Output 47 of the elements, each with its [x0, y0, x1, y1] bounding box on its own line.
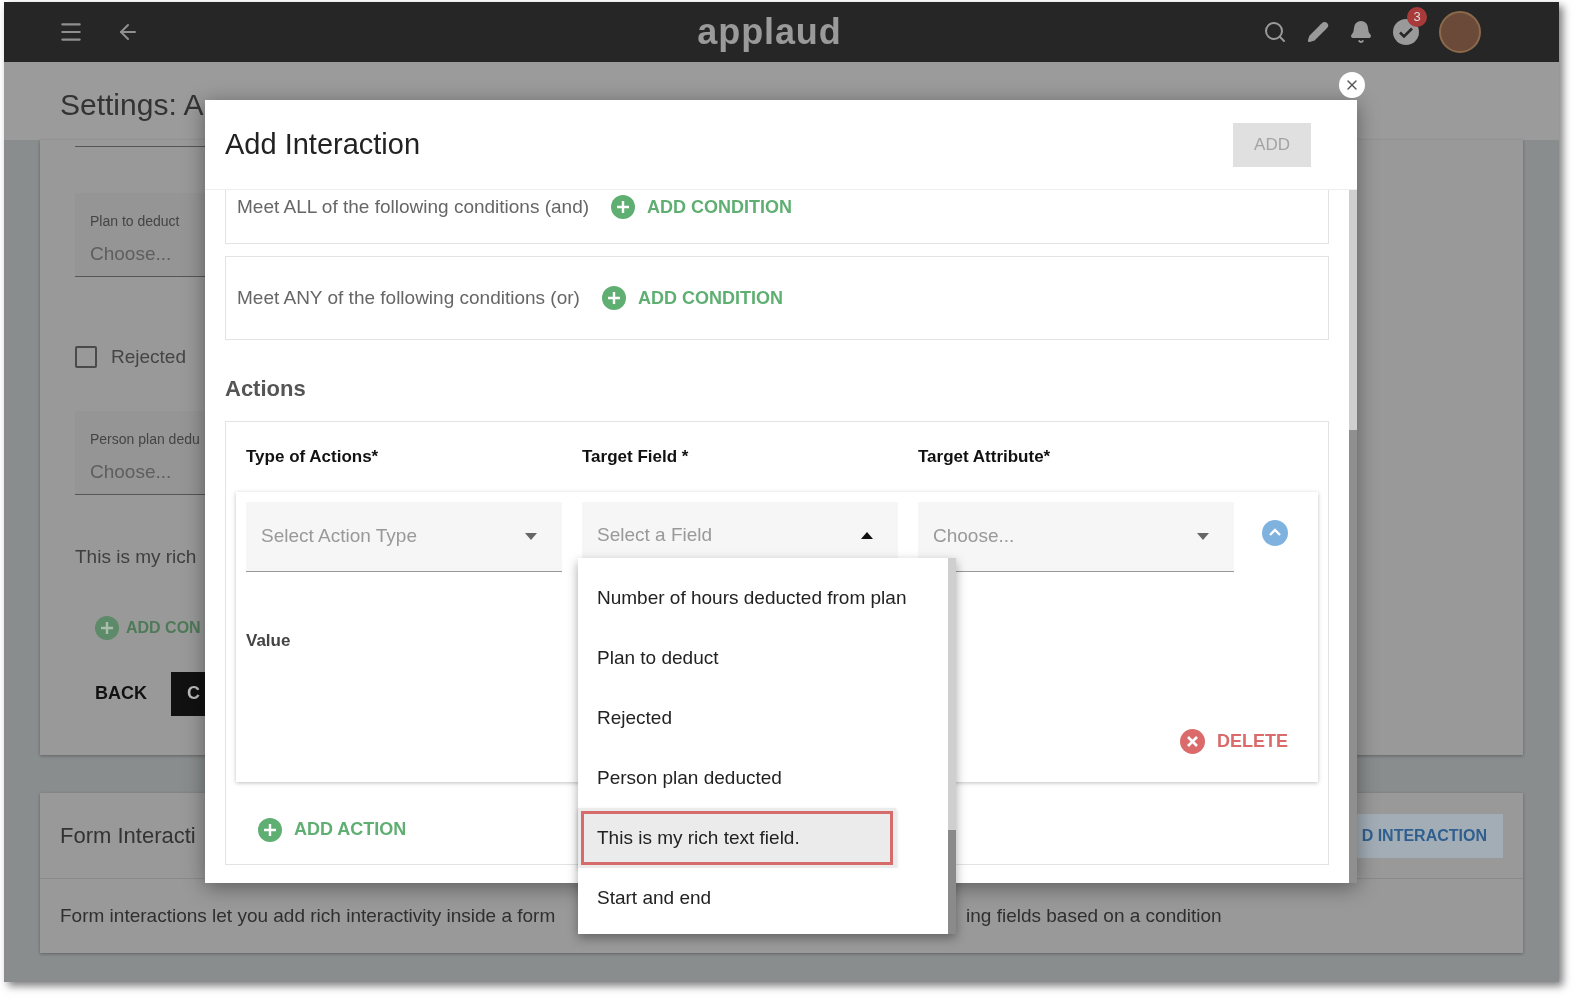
value-label: Value — [246, 630, 292, 652]
rich-text: This is my rich — [75, 546, 197, 567]
description-text: ing fields based on a condition — [966, 903, 1222, 928]
scrollbar[interactable] — [1349, 190, 1357, 883]
condition-label: Meet ALL of the following conditions (and) — [237, 194, 590, 219]
plus-circle-icon — [95, 615, 119, 640]
notification-badge: 3 — [1407, 7, 1427, 27]
select-placeholder: Select Action Type — [261, 524, 417, 549]
add-button: ADD — [1233, 122, 1311, 167]
section-heading: Actions — [225, 375, 307, 403]
plus-circle-icon — [601, 286, 626, 310]
delete-icon — [1180, 728, 1205, 754]
column-header: Target Field * — [582, 446, 690, 469]
select-field[interactable]: Choose... — [918, 502, 1234, 572]
field-label: Person plan dedu — [90, 430, 201, 449]
page-title: Settings: A — [60, 88, 204, 121]
scrollbar[interactable] — [948, 558, 956, 934]
bell-icon[interactable] — [1349, 20, 1373, 44]
select-field[interactable]: Select Action Type — [246, 502, 562, 572]
delete-link[interactable]: DELETE — [1217, 727, 1288, 755]
caret-up-icon — [861, 532, 873, 539]
add-condition-link[interactable]: ADD CONDITION — [647, 193, 793, 221]
plus-circle-icon — [611, 195, 636, 219]
back-button[interactable]: BACK — [95, 680, 147, 707]
dropdown-item[interactable]: This is my rich text field. — [578, 808, 896, 868]
add-condition-link[interactable]: ADD CON — [126, 615, 201, 640]
column-header: Type of Actions* — [246, 446, 380, 469]
avatar[interactable] — [1439, 11, 1481, 53]
add-action-link[interactable]: ADD ACTION — [294, 816, 407, 843]
section-title: Form Interacti — [60, 822, 196, 850]
pencil-icon[interactable] — [1307, 21, 1329, 43]
caret-down-icon — [1197, 533, 1209, 540]
check-circle-icon[interactable] — [1393, 19, 1419, 45]
condition-label: Meet ANY of the following conditions (or) — [237, 285, 580, 310]
checkbox-label: Rejected — [111, 344, 186, 369]
add-condition-link[interactable]: ADD CONDITION — [637, 284, 783, 312]
column-header: Target Attribute* — [918, 446, 1052, 469]
checkbox[interactable] — [75, 346, 97, 368]
caret-down-icon — [525, 533, 537, 540]
app-logo: applaud — [697, 10, 842, 54]
select-placeholder: Choose... — [933, 524, 1015, 549]
search-icon[interactable] — [1263, 20, 1287, 44]
select-placeholder: Select a Field — [597, 523, 713, 548]
dialog-title: Add Interaction — [225, 126, 421, 162]
description-text: Form interactions let you add rich interactivity inside a form — [60, 903, 557, 928]
field-label: Plan to deduct — [90, 212, 181, 231]
plus-circle-icon — [258, 817, 282, 842]
